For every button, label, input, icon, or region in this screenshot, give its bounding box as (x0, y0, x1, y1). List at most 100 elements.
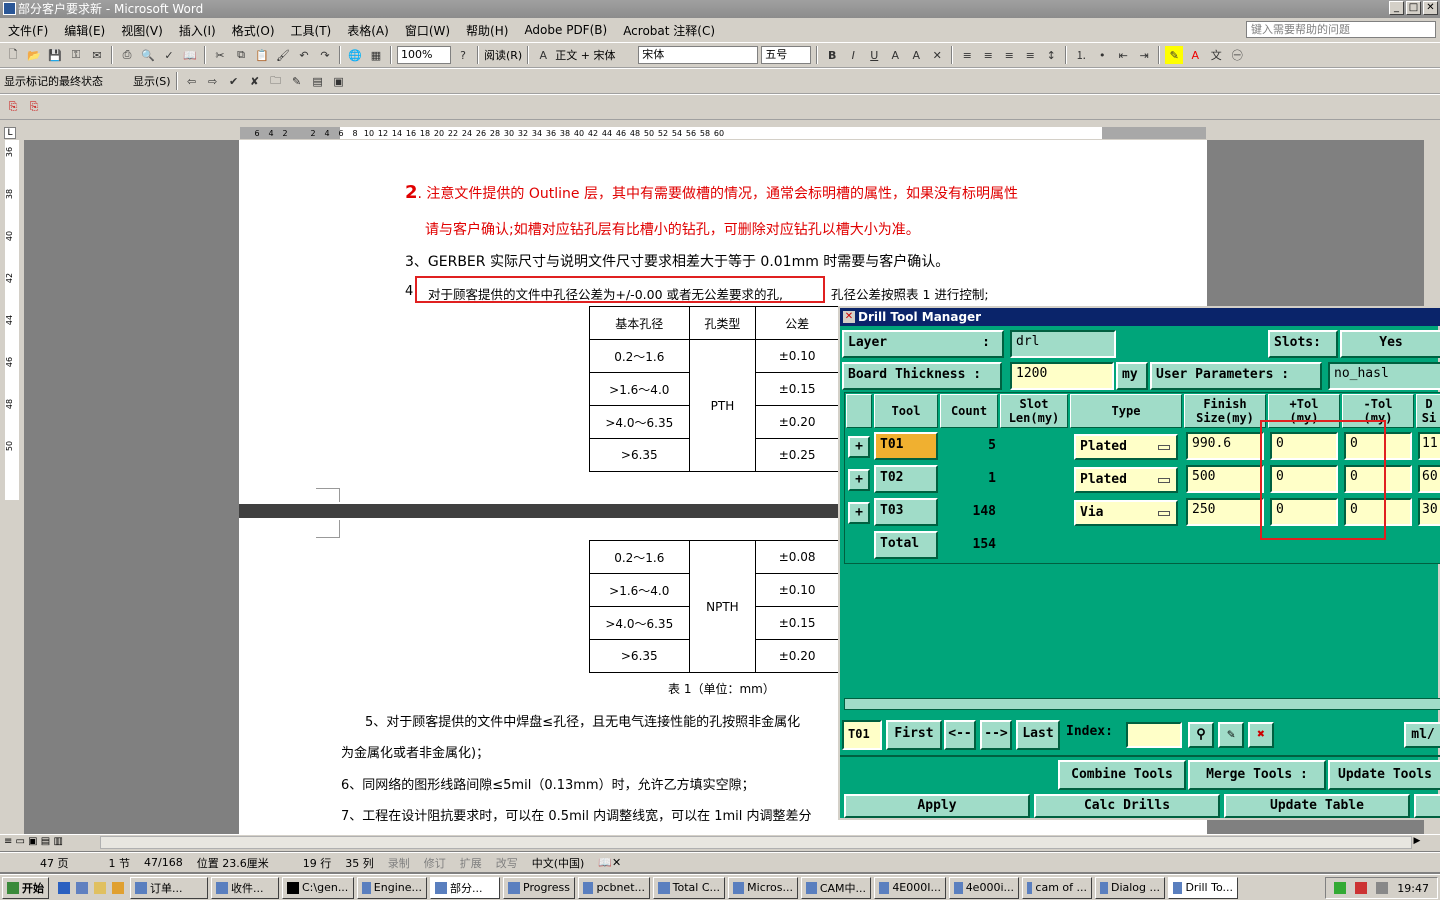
type-select[interactable]: Via (1074, 500, 1178, 526)
paste-icon[interactable]: 📋 (253, 46, 271, 64)
menu-table[interactable]: 表格(A) (339, 22, 397, 39)
show-menu-button[interactable]: 显示(S) (133, 73, 171, 89)
underline-icon[interactable]: U (865, 46, 883, 64)
decrease-indent-icon[interactable]: ⇤ (1114, 46, 1132, 64)
markup-state-select[interactable]: 显示标记的最终状态 (4, 73, 130, 89)
task-item[interactable]: pcbnet... (578, 876, 650, 899)
track-changes-icon[interactable]: ✎ (288, 72, 306, 90)
update-tools-button[interactable]: Update Tools (1328, 760, 1440, 790)
start-button[interactable]: 开始 (2, 876, 49, 899)
first-button[interactable]: First (886, 720, 942, 750)
spelling-icon[interactable]: ✓ (160, 46, 178, 64)
close-button[interactable]: ✕ (1423, 1, 1438, 15)
menu-acrobat-comments[interactable]: Acrobat 注释(C) (615, 22, 723, 39)
spelling-status-icon[interactable]: 📖✕ (598, 856, 621, 869)
phonetic-guide-icon[interactable]: 文 (1207, 46, 1225, 64)
window-icon[interactable]: ▣ (330, 72, 348, 90)
task-item[interactable]: 订单... (130, 876, 208, 899)
align-left-icon[interactable]: ≡ (958, 46, 976, 64)
bold-icon[interactable]: B (823, 46, 841, 64)
zoom-select[interactable]: 100% (397, 46, 451, 64)
column-header-slot-len[interactable]: Slot Len(my) (1000, 394, 1068, 428)
task-item[interactable]: Total C... (653, 876, 725, 899)
reviewing-pane-icon[interactable]: ▤ (309, 72, 327, 90)
print-preview-icon[interactable]: 🔍 (139, 46, 157, 64)
hyperlink-icon[interactable]: 🌐 (346, 46, 364, 64)
status-ext[interactable]: 扩展 (460, 855, 482, 871)
row-expand-icon[interactable]: + (848, 502, 870, 524)
table-icon[interactable]: ▦ (367, 46, 385, 64)
numbering-icon[interactable]: ⒈ (1072, 46, 1090, 64)
menu-tools[interactable]: 工具(T) (283, 22, 340, 39)
open-icon[interactable]: 📂 (25, 46, 43, 64)
tool-cell[interactable]: T01 (874, 432, 938, 460)
merge-tools-button[interactable]: Merge Tools : (1188, 760, 1326, 790)
italic-icon[interactable]: I (844, 46, 862, 64)
unit-toggle-button[interactable]: ml/ (1404, 722, 1440, 748)
clock-app-icon[interactable] (112, 881, 124, 894)
bullets-icon[interactable]: • (1093, 46, 1111, 64)
font-color-icon[interactable]: A (1186, 46, 1204, 64)
copy-icon[interactable]: ⧉ (232, 46, 250, 64)
pdf-email-icon[interactable]: ⎘ (25, 98, 43, 116)
task-item[interactable]: Micros... (728, 876, 798, 899)
next-change-icon[interactable]: ⇨ (204, 72, 222, 90)
search-icon[interactable]: ⚲ (1188, 722, 1214, 748)
delete-icon[interactable]: ✖ (1248, 722, 1274, 748)
view-buttons[interactable]: ≡ ▭ ▣ ▤ ▥ (4, 836, 63, 847)
task-item[interactable]: Drill To... (1168, 876, 1238, 899)
menu-view[interactable]: 视图(V) (113, 22, 171, 39)
font-select[interactable]: 宋体 (638, 46, 759, 64)
task-item[interactable]: CAM中... (801, 876, 871, 899)
column-header-type[interactable]: Type (1070, 394, 1182, 428)
menu-help[interactable]: 帮助(H) (458, 22, 516, 39)
tab-selector[interactable]: L (4, 127, 16, 139)
align-center-icon[interactable]: ≡ (979, 46, 997, 64)
email-icon[interactable]: ✉ (88, 46, 106, 64)
task-item[interactable]: 收件... (211, 876, 279, 899)
drill-size-input[interactable]: 60 (1418, 465, 1440, 493)
align-right-icon[interactable]: ≡ (1000, 46, 1018, 64)
scroll-right-icon[interactable]: ▶ (1410, 836, 1424, 849)
prev-button[interactable]: <-- (944, 720, 976, 750)
read-button[interactable]: 阅读(R) (484, 47, 522, 63)
tray-icon[interactable] (1376, 882, 1389, 894)
drill-size-input[interactable]: 30 (1418, 498, 1440, 526)
edit-icon[interactable]: ✎ (1218, 722, 1244, 748)
char-border-icon[interactable]: A (886, 46, 904, 64)
maximize-button[interactable]: □ (1406, 1, 1421, 15)
extra-button[interactable] (1414, 794, 1440, 818)
new-doc-icon[interactable]: 🗋 (4, 46, 22, 64)
research-icon[interactable]: 📖 (181, 46, 199, 64)
drill-size-input[interactable]: 11 (1418, 432, 1440, 460)
char-scale-icon[interactable]: ✕ (928, 46, 946, 64)
finish-size-input[interactable]: 990.6 (1186, 432, 1264, 460)
layer-input[interactable]: drl (1010, 330, 1116, 358)
type-select[interactable]: Plated (1074, 434, 1178, 460)
task-item[interactable]: Dialog ... (1095, 876, 1165, 899)
status-rec[interactable]: 录制 (388, 855, 410, 871)
notepad-icon[interactable] (94, 881, 106, 894)
tray-icon[interactable] (1355, 882, 1368, 894)
reject-change-icon[interactable]: ✘ (246, 72, 264, 90)
task-item-active[interactable]: 部分... (430, 876, 500, 899)
highlight-icon[interactable]: ✎ (1165, 46, 1184, 64)
user-parameters-input[interactable]: no_hasl (1328, 362, 1440, 390)
ie-icon[interactable] (58, 881, 70, 894)
task-item[interactable]: C:\gen... (282, 876, 354, 899)
task-item[interactable]: 4e000i... (949, 876, 1019, 899)
task-item[interactable]: Progress (503, 876, 575, 899)
finish-size-input[interactable]: 500 (1186, 465, 1264, 493)
print-icon[interactable]: ⎙ (118, 46, 136, 64)
finish-size-input[interactable]: 250 (1186, 498, 1264, 526)
undo-icon[interactable]: ↶ (295, 46, 313, 64)
row-expand-icon[interactable]: + (848, 469, 870, 491)
menu-window[interactable]: 窗口(W) (397, 22, 458, 39)
slots-toggle[interactable]: Yes (1340, 330, 1440, 358)
menu-edit[interactable]: 编辑(E) (56, 22, 113, 39)
increase-indent-icon[interactable]: ⇥ (1135, 46, 1153, 64)
type-select[interactable]: Plated (1074, 467, 1178, 493)
task-item[interactable]: Engine... (357, 876, 427, 899)
minimize-button[interactable]: _ (1389, 1, 1404, 15)
enclose-char-icon[interactable]: ㊀ (1228, 46, 1246, 64)
